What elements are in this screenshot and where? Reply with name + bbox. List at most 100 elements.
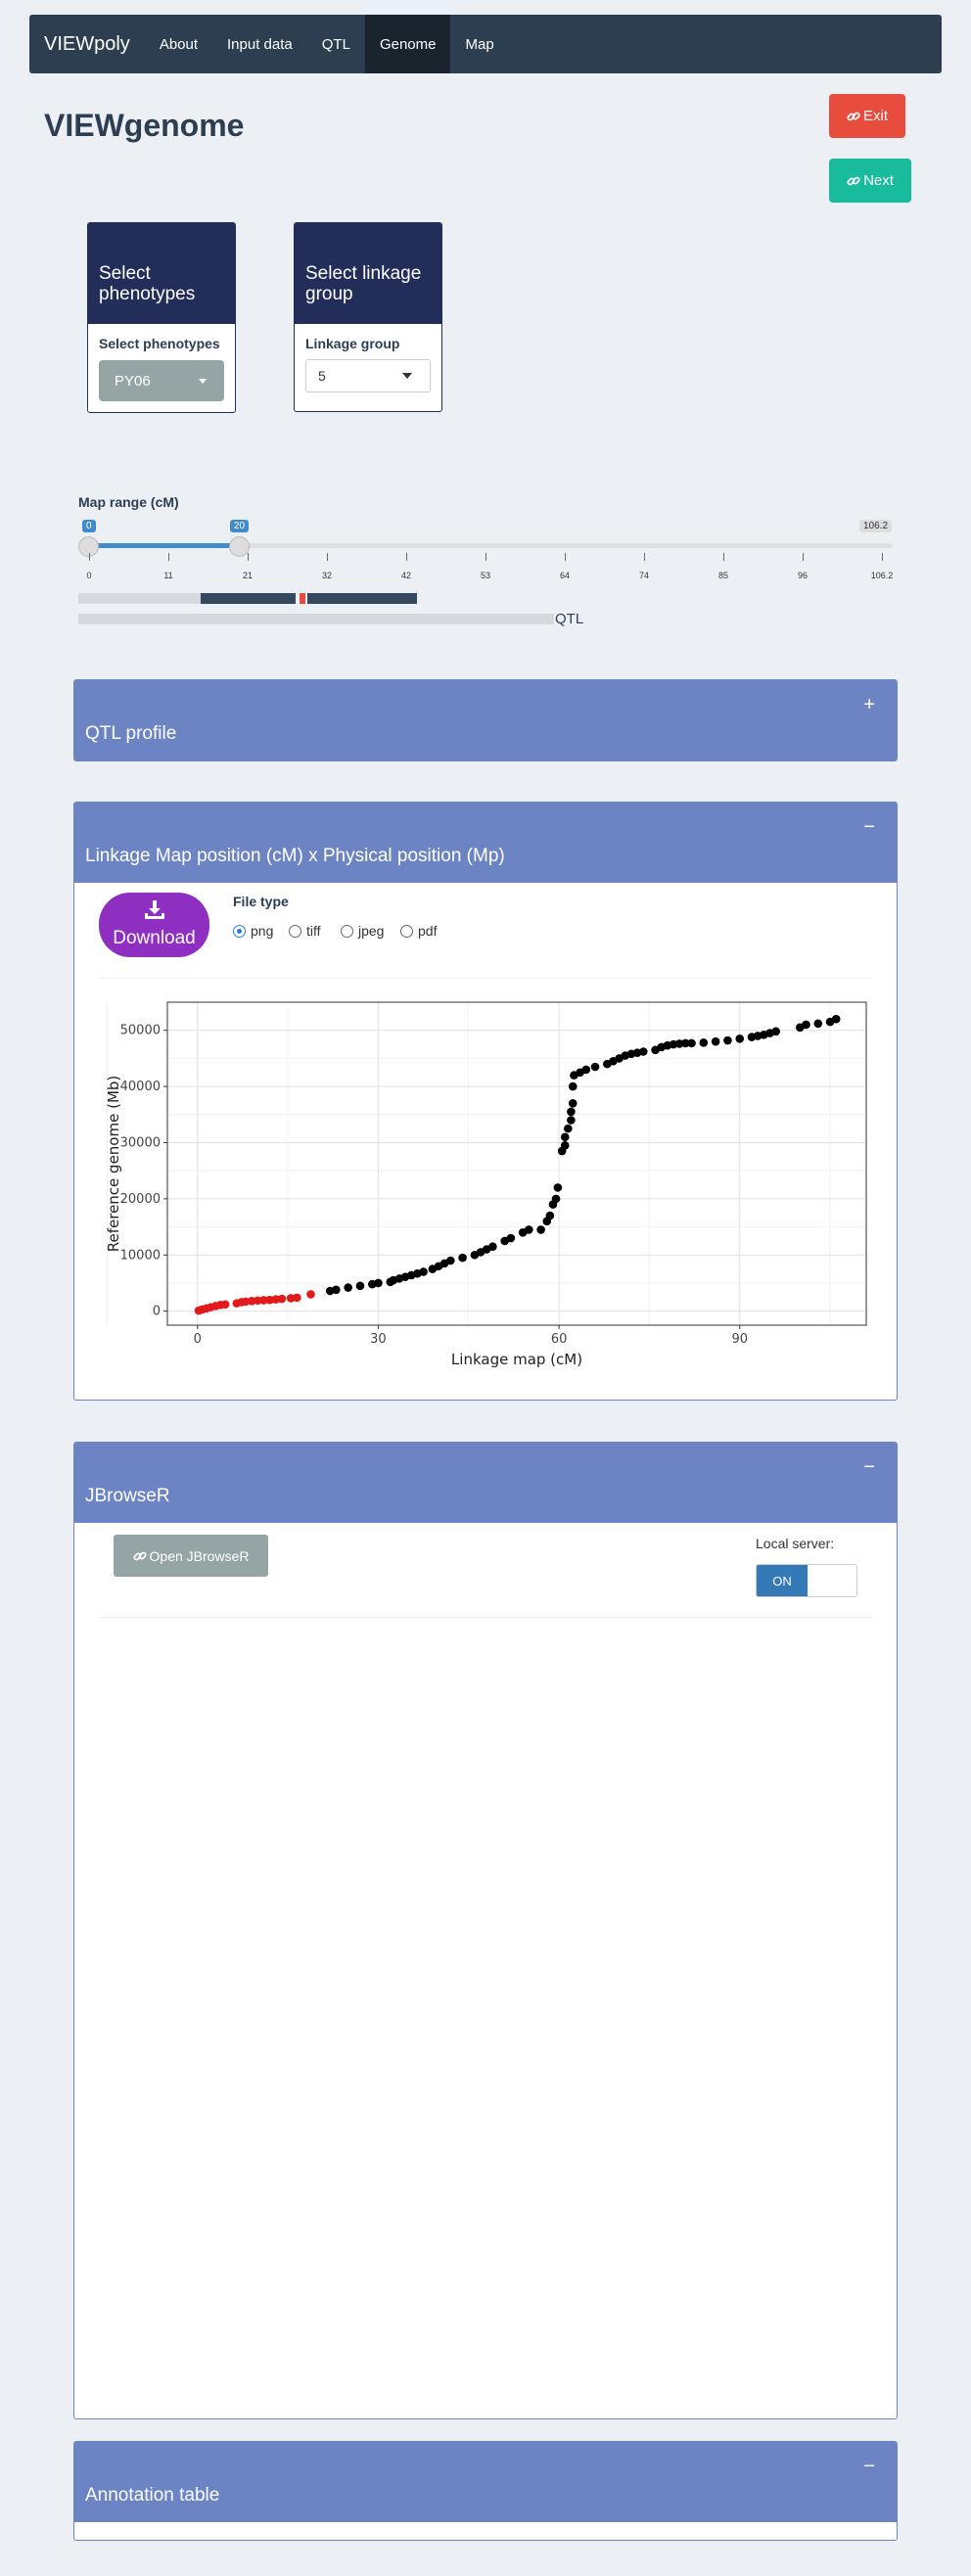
data-point xyxy=(564,1124,573,1133)
y-tick-label: 0 xyxy=(153,1305,161,1319)
nav-item-input-data[interactable]: Input data xyxy=(212,15,307,73)
next-label: Next xyxy=(863,172,894,189)
file-type-jpeg-radio[interactable]: jpeg xyxy=(341,923,384,939)
file-type-jpeg-label: jpeg xyxy=(358,923,385,939)
divider xyxy=(99,978,872,979)
range-tick-label: 64 xyxy=(559,571,571,580)
file-type-png-radio[interactable]: png xyxy=(233,923,273,939)
data-point xyxy=(723,1035,732,1045)
data-point xyxy=(590,1062,600,1072)
next-button[interactable]: Next xyxy=(829,159,911,203)
range-from-tag: 0 xyxy=(82,520,96,532)
download-label: Download xyxy=(113,928,196,948)
phenotypes-box: Select phenotypes Select phenotypes PY06 xyxy=(87,222,236,413)
radio-icon xyxy=(341,924,353,938)
range-tick-label: 96 xyxy=(797,571,809,580)
range-tick xyxy=(89,553,90,561)
data-point xyxy=(687,1038,696,1048)
phenotypes-selected-value: PY06 xyxy=(115,372,151,390)
data-point xyxy=(506,1233,516,1243)
caret-down-icon xyxy=(199,379,207,384)
local-server-toggle[interactable]: ON xyxy=(756,1564,857,1597)
linkage-group-selected-value: 5 xyxy=(318,368,326,384)
open-jbrowse-label: Open JBrowseR xyxy=(149,1547,250,1564)
range-tick xyxy=(327,553,328,561)
collapse-icon[interactable]: − xyxy=(863,2456,875,2478)
nav-item-genome[interactable]: Genome xyxy=(364,15,451,73)
file-type-tiff-label: tiff xyxy=(306,923,321,939)
download-button[interactable]: Download xyxy=(99,893,209,957)
qtl-interval xyxy=(201,593,296,604)
range-tick-label: 11 xyxy=(163,571,173,580)
x-axis-label: Linkage map (cM) xyxy=(451,1351,582,1368)
data-point xyxy=(374,1278,383,1288)
range-tick xyxy=(565,553,566,561)
jbrowse-title: JBrowseR xyxy=(85,1486,170,1506)
qtl-label: QTL xyxy=(555,611,584,627)
x-tick-label: 90 xyxy=(731,1332,748,1347)
data-point xyxy=(488,1242,497,1251)
range-tick-label: 32 xyxy=(321,571,333,580)
y-tick-label: 30000 xyxy=(120,1135,161,1150)
linkage-physical-header: Linkage Map position (cM) x Physical pos… xyxy=(74,803,897,883)
range-tick-label: 42 xyxy=(400,571,412,580)
nav-item-qtl[interactable]: QTL xyxy=(307,15,365,73)
range-tick xyxy=(882,553,883,561)
linkage-group-select[interactable]: 5 xyxy=(305,359,431,392)
range-tick xyxy=(406,553,407,561)
map-range-label: Map range (cM) xyxy=(78,494,179,510)
data-point xyxy=(771,1027,780,1036)
data-point xyxy=(711,1036,720,1046)
x-tick-label: 0 xyxy=(194,1332,202,1347)
nav-item-map[interactable]: Map xyxy=(450,15,508,73)
range-tick-label: 53 xyxy=(480,571,491,580)
page-title: VIEWgenome xyxy=(44,108,245,143)
phenotypes-label: Select phenotypes xyxy=(99,336,220,351)
expand-icon[interactable]: + xyxy=(863,694,875,716)
phenotypes-select[interactable]: PY06 xyxy=(99,360,224,401)
qtl-profile-header: QTL profile + xyxy=(74,680,897,760)
radio-selected-icon xyxy=(233,924,246,938)
qtl-bar xyxy=(78,614,554,624)
divider xyxy=(99,1617,872,1618)
plot-area xyxy=(166,1001,867,1326)
data-point-highlighted xyxy=(293,1293,301,1303)
linkage-group-box: Select linkage group Linkage group 5 xyxy=(294,222,442,412)
qtl-track xyxy=(78,593,201,604)
data-point xyxy=(560,1141,570,1150)
brand[interactable]: VIEWpoly xyxy=(29,15,145,73)
y-tick-label: 40000 xyxy=(120,1080,161,1094)
file-type-label: File type xyxy=(233,894,289,909)
qtl-profile-panel: QTL profile + xyxy=(73,679,898,761)
x-tick-label: 60 xyxy=(551,1332,568,1347)
qtl-interval xyxy=(307,593,417,604)
linkage-physical-scatter-plot: 0 30 60 90 0 10000 20000 30000 40000 50000 Linkage… xyxy=(105,1001,867,1368)
navbar: VIEWpoly About Input data QTL Genome Map xyxy=(29,15,942,73)
exit-button[interactable]: Exit xyxy=(829,94,905,138)
linkage-physical-title: Linkage Map position (cM) x Physical pos… xyxy=(85,846,505,866)
collapse-icon[interactable]: − xyxy=(863,1456,875,1479)
data-point xyxy=(813,1019,823,1029)
data-point xyxy=(344,1283,352,1292)
collapse-icon[interactable]: − xyxy=(863,816,875,839)
annotation-title: Annotation table xyxy=(85,2485,220,2506)
data-point xyxy=(568,1099,578,1108)
range-tick-label: 21 xyxy=(242,571,254,580)
radio-icon xyxy=(289,924,301,938)
exit-label: Exit xyxy=(862,108,888,124)
file-type-pdf-radio[interactable]: pdf xyxy=(400,923,437,939)
range-tick-label: 0 xyxy=(86,571,92,580)
radio-icon xyxy=(400,924,413,938)
range-to-handle[interactable] xyxy=(229,536,250,557)
qtl-peak-marker xyxy=(300,593,305,604)
range-tick xyxy=(644,553,645,561)
file-type-tiff-radio[interactable]: tiff xyxy=(289,923,321,939)
y-tick-label: 50000 xyxy=(120,1024,161,1038)
open-jbrowse-button[interactable]: Open JBrowseR xyxy=(114,1535,268,1577)
data-point-highlighted xyxy=(306,1290,315,1299)
toggle-on-label: ON xyxy=(757,1565,808,1596)
data-point xyxy=(458,1253,467,1263)
data-point xyxy=(536,1225,545,1234)
nav-item-about[interactable]: About xyxy=(145,15,212,73)
data-point xyxy=(445,1256,455,1265)
